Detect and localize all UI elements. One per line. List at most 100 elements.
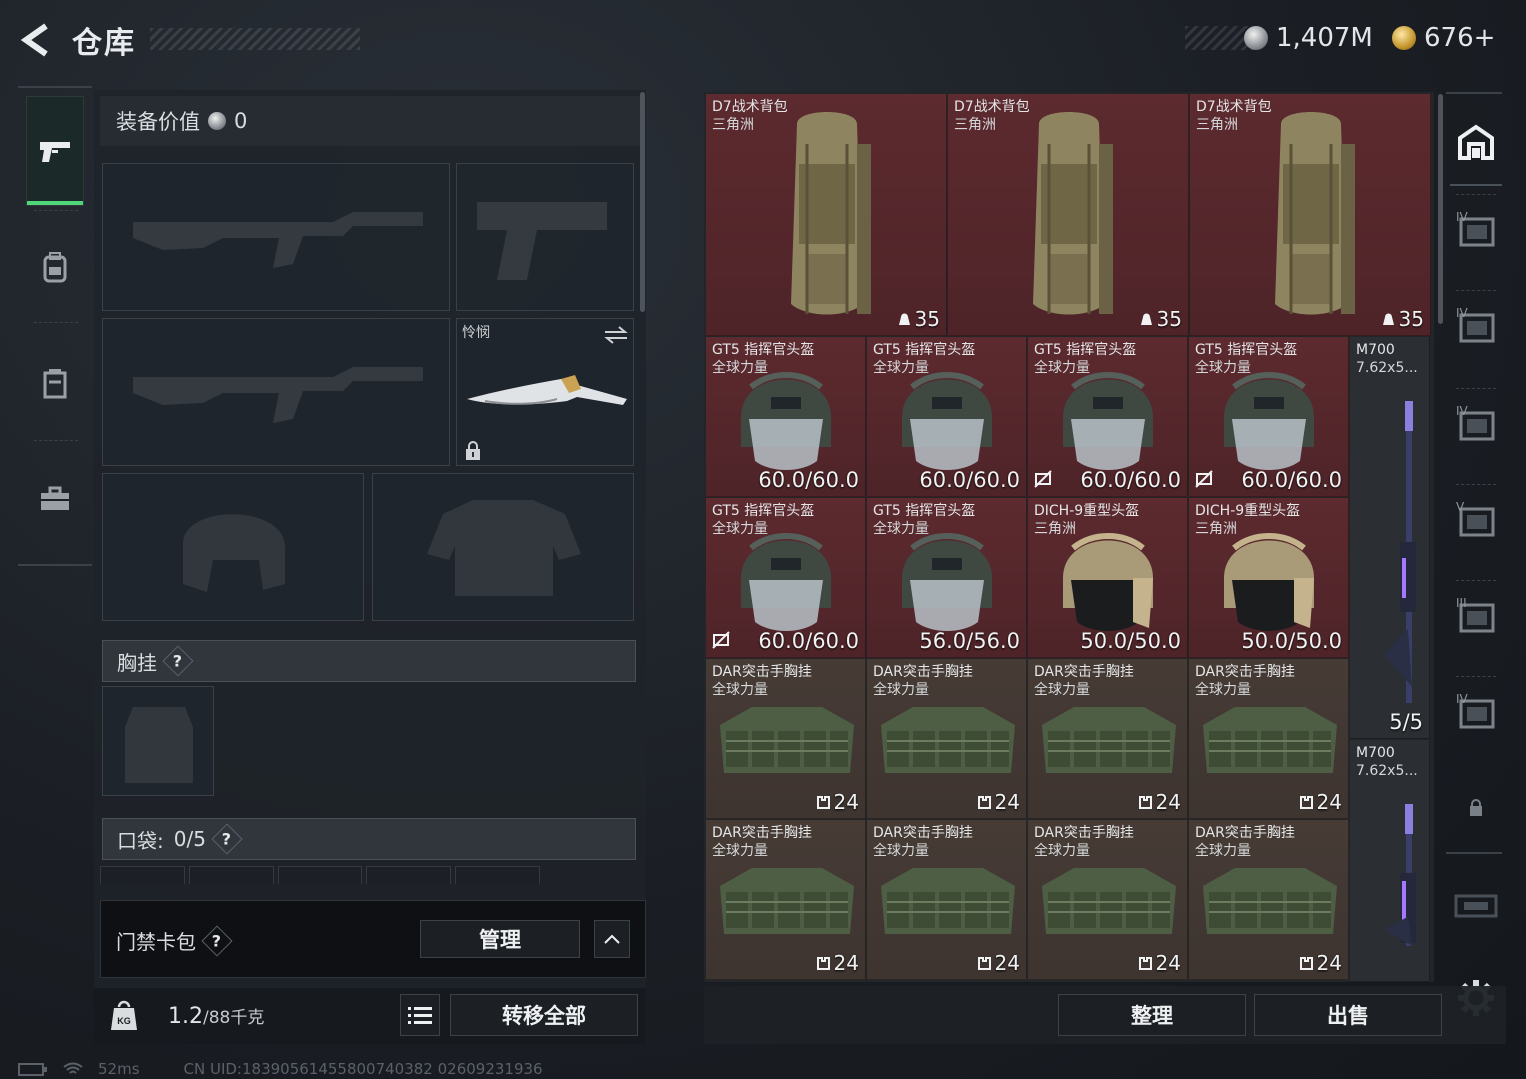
inventory-item-helmet[interactable]: GT5 指挥官头盔 全球力量 60.0/60.0 [706,498,866,658]
storage-tab[interactable]: III [1450,586,1502,646]
chest-rig-art [1203,868,1337,934]
sort-button[interactable]: 整理 [1058,994,1246,1036]
inventory-item-chest-rig[interactable]: DAR突击手胸挂 全球力量 24 [1189,820,1349,980]
inventory-item-chest-rig[interactable]: DAR突击手胸挂 全球力量 24 [867,820,1027,980]
nav-tab-backpack[interactable] [26,212,84,322]
pocket-slot[interactable] [366,866,452,884]
item-faction: 全球力量 [1034,682,1090,698]
sell-button[interactable]: 出售 [1254,994,1442,1036]
equipment-value-label: 装备价值 [116,110,200,134]
inventory-item-helmet[interactable]: GT5 指挥官头盔 全球力量 60.0/60.0 [1028,337,1188,497]
inventory-item-chest-rig[interactable]: DAR突击手胸挂 全球力量 24 [1189,659,1349,819]
item-capacity: 24 [1299,951,1342,975]
back-arrow-icon[interactable] [16,22,56,58]
capacity-icon [1140,313,1152,325]
storage-tab[interactable]: V [1450,490,1502,550]
pocket-help-icon[interactable]: ? [211,823,243,855]
inventory-item-helmet[interactable]: GT5 指挥官头盔 全球力量 56.0/56.0 [867,498,1027,658]
gold-amount: 676+ [1424,23,1496,53]
inventory-item-helmet[interactable]: GT5 指挥官头盔 全球力量 60.0/60.0 [706,337,866,497]
item-name: DAR突击手胸挂 [712,825,812,841]
helmet-slot[interactable] [102,473,364,621]
inventory-item-chest-rig[interactable]: DAR突击手胸挂 全球力量 24 [706,820,866,980]
inventory-item-helmet[interactable]: GT5 指挥官头盔 全球力量 60.0/60.0 [1189,337,1349,497]
capacity-icon [977,956,991,970]
primary-weapon-slot[interactable] [102,163,450,311]
item-durability: 50.0/50.0 [1241,629,1342,653]
item-name: GT5 指挥官头盔 [712,342,815,358]
list-icon [408,1007,432,1024]
equipment-scrollbar[interactable] [640,92,645,312]
tab-level: IV [1456,306,1468,320]
pocket-value: 0/5 [173,827,206,851]
chevron-up-icon [604,934,620,944]
inventory-item-chest-rig[interactable]: DAR突击手胸挂 全球力量 24 [1028,659,1188,819]
inventory-item-chest-rig[interactable]: DAR突击手胸挂 全球力量 24 [867,659,1027,819]
inventory-item-helmet[interactable]: DICH-9重型头盔 三角洲 50.0/50.0 [1189,498,1349,658]
item-durability: 60.0/60.0 [919,468,1020,492]
swap-icon[interactable] [603,325,629,345]
nav-tab-toolbox[interactable] [26,444,84,554]
chest-rig-help-icon[interactable]: ? [162,645,194,677]
secondary-weapon-slot[interactable] [102,318,450,466]
extra-storage-tab[interactable] [1450,876,1502,936]
item-faction: 全球力量 [1195,360,1251,376]
list-view-button[interactable] [400,994,440,1036]
body-armor-slot[interactable] [372,473,634,621]
item-faction: 全球力量 [873,521,929,537]
nav-tab-storage[interactable] [26,328,84,438]
chest-rig-art [881,707,1015,773]
storage-tab[interactable]: IV [1450,200,1502,260]
storage-tab[interactable]: IV [1450,682,1502,742]
weight-icon: KG [111,1000,137,1030]
pistol-icon [40,142,70,162]
warehouse-icon [1458,124,1494,160]
item-caliber: 7.62x5... [1356,360,1418,376]
armor-silhouette-icon [427,500,581,596]
sniper-rifle-art [1384,804,1416,946]
nav-tab-firearms[interactable] [26,96,84,206]
item-caliber: 7.62x5... [1356,763,1418,779]
inventory-item-backpack[interactable]: D7战术背包 三角洲 35 [948,94,1189,336]
inventory-item-rifle[interactable]: M700 7.62x5... [1350,740,1430,982]
inventory-item-helmet[interactable]: GT5 指挥官头盔 全球力量 60.0/60.0 [867,337,1027,497]
transfer-all-button[interactable]: 转移全部 [450,994,638,1036]
toolbox-icon [41,486,69,510]
tab-level: III [1456,596,1467,610]
pocket-slot[interactable] [455,866,540,884]
inventory-scrollbar[interactable] [1438,94,1443,324]
keycard-help-icon[interactable]: ? [201,924,233,957]
item-name: M700 [1356,342,1395,358]
item-name: DAR突击手胸挂 [1034,664,1134,680]
capacity-icon [1138,795,1152,809]
capacity-icon [1299,795,1313,809]
item-name: DICH-9重型头盔 [1195,503,1301,519]
item-durability: 50.0/50.0 [1080,629,1181,653]
manage-button[interactable]: 管理 [420,920,580,958]
item-faction: 全球力量 [1034,360,1090,376]
item-capacity: 35 [1140,307,1182,331]
gold-currency[interactable]: 676+ [1392,20,1495,56]
collapse-button[interactable] [594,920,630,958]
silver-amount: 1,407M [1276,23,1373,53]
pocket-slot[interactable] [100,866,185,884]
pocket-slot[interactable] [277,866,363,884]
nav-divider [34,210,78,211]
rail-divider [1456,580,1496,581]
storage-tab[interactable]: IV [1450,394,1502,454]
storage-home-button[interactable] [1450,100,1502,186]
capacity-icon [1382,313,1394,325]
inventory-item-backpack[interactable]: D7战术背包 三角洲 35 [1190,94,1431,336]
chest-rig-slot[interactable] [102,686,214,796]
pocket-slot[interactable] [188,866,274,884]
inventory-item-backpack[interactable]: D7战术背包 三角洲 35 [706,94,947,336]
capacity-icon [977,795,991,809]
status-line: 52ms CN UID:18390561455800740382 0260923… [18,1060,543,1078]
storage-tab[interactable]: IV [1450,296,1502,356]
inventory-item-rifle[interactable]: M700 7.62x5... 5/5 [1350,337,1430,739]
inventory-item-chest-rig[interactable]: DAR突击手胸挂 全球力量 24 [706,659,866,819]
storage-icon [43,369,67,399]
sidearm-slot[interactable] [456,163,634,311]
inventory-item-helmet[interactable]: DICH-9重型头盔 三角洲 50.0/50.0 [1028,498,1188,658]
inventory-item-chest-rig[interactable]: DAR突击手胸挂 全球力量 24 [1028,820,1188,980]
